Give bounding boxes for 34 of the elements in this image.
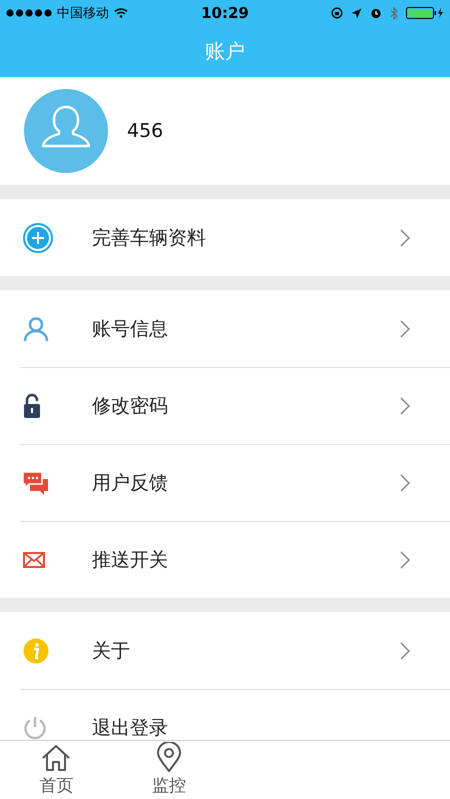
status-time: 10:29 <box>201 4 249 22</box>
tab-item[interactable]: 首页 <box>0 741 112 799</box>
avatar-icon <box>24 89 108 173</box>
user-icon <box>23 316 49 342</box>
battery-icon <box>406 7 444 19</box>
user-name: 456 <box>127 120 164 142</box>
wifi-icon <box>114 8 128 18</box>
location-pin-icon <box>156 742 182 772</box>
menu-item[interactable]: 用户反馈 <box>20 444 450 521</box>
location-icon <box>351 8 362 18</box>
menu-item[interactable]: 推送开关 <box>20 521 450 598</box>
chevron-right-icon <box>400 397 410 415</box>
alarm-icon <box>370 7 382 19</box>
padlock-icon <box>23 393 41 419</box>
home-icon <box>41 744 72 772</box>
signal-icon <box>6 9 52 17</box>
menu-item[interactable]: 关于 <box>20 612 450 689</box>
plus-icon <box>23 222 53 252</box>
chevron-right-icon <box>400 474 410 492</box>
chat-icon <box>23 470 49 496</box>
bluetooth-icon <box>390 6 398 20</box>
chevron-right-icon <box>400 320 410 338</box>
menu-item[interactable]: 修改密码 <box>20 367 450 444</box>
info-icon <box>23 638 49 664</box>
chevron-right-icon <box>400 551 410 569</box>
page-title: 账户 <box>205 38 245 65</box>
power-icon <box>23 716 47 740</box>
envelope-icon <box>23 552 45 568</box>
chevron-right-icon <box>400 228 410 246</box>
rotation-lock-icon <box>331 7 343 19</box>
tab-item[interactable]: 监控 <box>112 741 225 799</box>
chevron-right-icon <box>400 642 410 660</box>
menu-item[interactable]: 账号信息 <box>20 290 450 367</box>
carrier-name: 中国移动 <box>57 5 109 22</box>
